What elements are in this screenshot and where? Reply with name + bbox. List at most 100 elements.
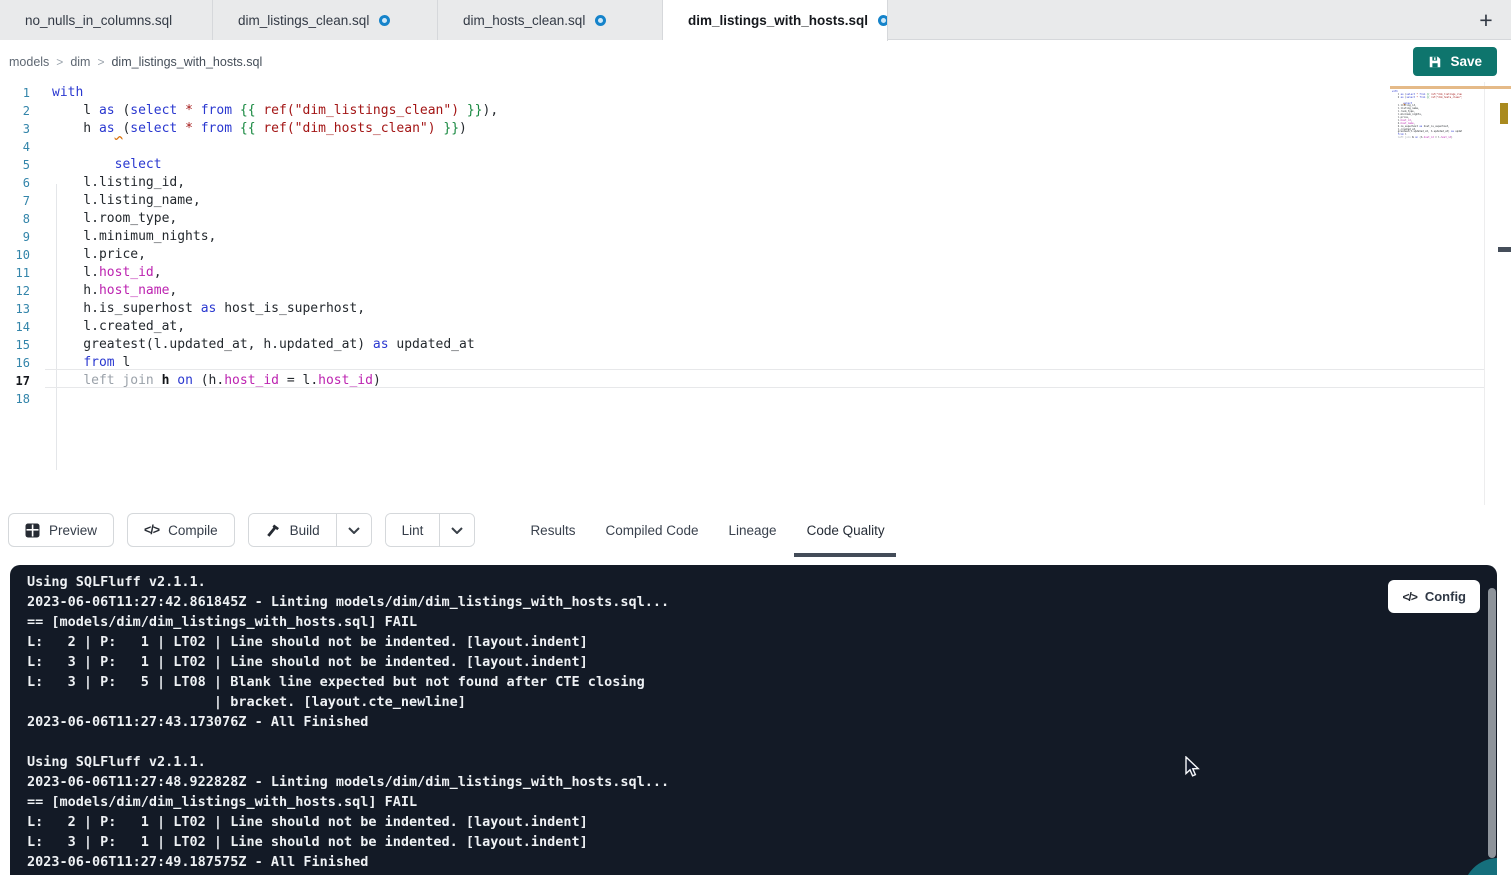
build-dropdown-button[interactable] [336,514,371,546]
line-number: 4 [0,138,30,156]
terminal-scrollbar[interactable] [1488,588,1496,858]
lint-output-terminal: Using SQLFluff v2.1.1.2023-06-06T11:27:4… [10,565,1497,875]
terminal-line: L: 3 | P: 1 | LT02 | Line should not be … [27,652,1377,672]
breadcrumb-separator: > [97,55,104,69]
tab-dim_listings_clean.sql[interactable]: dim_listings_clean.sql [213,0,438,40]
minimap[interactable]: with l as (select * from {{ ref("dim_lis… [1390,83,1462,141]
code-line-12[interactable]: 12 h.host_name, [0,282,1511,300]
code-line-3[interactable]: 3 h as (select * from {{ ref("dim_hosts_… [0,120,1511,138]
new-tab-button[interactable]: + [1471,0,1501,40]
save-button-label: Save [1450,54,1482,69]
config-button[interactable]: </> Config [1388,580,1480,613]
tab-no_nulls_in_columns.sql[interactable]: no_nulls_in_columns.sql [0,0,213,40]
tab-results[interactable]: Results [530,517,575,544]
code-line-5[interactable]: 5 select [0,156,1511,174]
line-number: 2 [0,102,30,120]
help-fab-button[interactable] [1463,858,1497,875]
terminal-line: | bracket. [layout.cte_newline] [27,692,1377,712]
preview-button[interactable]: Preview [8,513,114,547]
terminal-line: L: 2 | P: 1 | LT02 | Line should not be … [27,632,1377,652]
build-button[interactable]: Build [249,514,336,546]
terminal-line: 2023-06-06T11:27:42.861845Z - Linting mo… [27,592,1377,612]
line-number: 8 [0,210,30,228]
compile-button[interactable]: </> Compile [127,513,235,547]
code-line-6[interactable]: 6 l.listing_id, [0,174,1511,192]
editor-scroll-gutter [1484,82,1485,506]
table-grid-icon [25,523,40,538]
line-number: 12 [0,282,30,300]
build-split-button: Build [248,513,372,547]
tab-label: dim_listings_with_hosts.sql [688,13,868,28]
terminal-line: L: 3 | P: 1 | LT02 | Line should not be … [27,832,1377,852]
code-line-16[interactable]: 16 from l [0,354,1511,372]
line-number: 3 [0,120,30,138]
code-line-4[interactable]: 4 [0,138,1511,156]
code-line-14[interactable]: 14 l.created_at, [0,318,1511,336]
unsaved-changes-dot-icon [878,15,888,26]
tab-lineage[interactable]: Lineage [729,517,777,544]
breadcrumb: models > dim > dim_listings_with_hosts.sql [9,55,262,69]
line-number: 10 [0,246,30,264]
terminal-line: Using SQLFluff v2.1.1. [27,572,1377,592]
chevron-down-icon [451,527,463,534]
editor-tab-bar: no_nulls_in_columns.sql dim_listings_clea… [0,0,1511,40]
code-line-11[interactable]: 11 l.host_id, [0,264,1511,282]
line-number: 13 [0,300,30,318]
breadcrumb-separator: > [56,55,63,69]
code-line-2[interactable]: 2 l as (select * from {{ ref("dim_listin… [0,102,1511,120]
code-brackets-icon: </> [1402,590,1416,604]
line-number: 9 [0,228,30,246]
code-line-18[interactable]: 18 [0,390,1511,408]
code-line-9[interactable]: 9 l.minimum_nights, [0,228,1511,246]
code-brackets-icon: </> [144,523,159,537]
unsaved-changes-dot-icon [379,15,390,26]
lint-dropdown-button[interactable] [439,514,474,546]
line-number: 7 [0,192,30,210]
tab-dim_hosts_clean.sql[interactable]: dim_hosts_clean.sql [438,0,663,40]
tab-compiled-code[interactable]: Compiled Code [605,517,698,544]
code-line-1[interactable]: 1with [0,84,1511,102]
tab-code-quality[interactable]: Code Quality [807,517,885,544]
save-button[interactable]: Save [1413,47,1497,76]
code-line-13[interactable]: 13 h.is_superhost as host_is_superhost, [0,300,1511,318]
terminal-line: Using SQLFluff v2.1.1. [27,752,1377,772]
line-number: 15 [0,336,30,354]
tab-label: no_nulls_in_columns.sql [25,13,172,28]
code-line-15[interactable]: 15 greatest(l.updated_at, h.updated_at) … [0,336,1511,354]
build-button-label: Build [290,523,320,538]
line-number: 5 [0,156,30,174]
tab-dim_listings_with_hosts.sql[interactable]: dim_listings_with_hosts.sql [663,0,888,41]
terminal-output: Using SQLFluff v2.1.1.2023-06-06T11:27:4… [27,572,1377,872]
lint-button-label: Lint [402,523,424,538]
overview-ruler-cursor-marker [1498,247,1511,252]
floppy-disk-icon [1428,55,1442,69]
breadcrumb-item: models [9,55,49,69]
code-editor[interactable]: 1with2 l as (select * from {{ ref("dim_l… [0,82,1511,506]
action-toolbar: Preview </> Compile Build Lint [0,505,1511,555]
result-pane-tabs: Results Compiled Code Lineage Code Quality [530,517,884,544]
terminal-line: 2023-06-06T11:27:49.187575Z - All Finish… [27,852,1377,872]
unsaved-changes-dot-icon [595,15,606,26]
lint-button[interactable]: Lint [386,514,440,546]
line-number: 17 [0,372,30,390]
chevron-down-icon [348,527,360,534]
tab-label: dim_listings_clean.sql [238,13,369,28]
terminal-line: L: 2 | P: 1 | LT02 | Line should not be … [27,812,1377,832]
terminal-line [27,732,1377,752]
code-line-8[interactable]: 8 l.room_type, [0,210,1511,228]
terminal-line: 2023-06-06T11:27:48.922828Z - Linting mo… [27,772,1377,792]
line-number: 14 [0,318,30,336]
preview-button-label: Preview [49,523,97,538]
dbt-cloud-ide-window: { "colors": { "accent_teal": "#0e756d", … [0,0,1511,875]
breadcrumb-item: dim_listings_with_hosts.sql [111,55,262,69]
breadcrumb-item: dim [70,55,90,69]
terminal-line: == [models/dim/dim_listings_with_hosts.s… [27,792,1377,812]
code-line-17[interactable]: 17 left join h on (h.host_id = l.host_id… [0,372,1511,390]
file-header-row: models > dim > dim_listings_with_hosts.sql S… [0,41,1511,82]
code-line-10[interactable]: 10 l.price, [0,246,1511,264]
overview-ruler-warning-marker [1500,103,1508,124]
indent-guide [56,184,57,470]
config-button-label: Config [1425,589,1466,604]
terminal-line: == [models/dim/dim_listings_with_hosts.s… [27,612,1377,632]
code-line-7[interactable]: 7 l.listing_name, [0,192,1511,210]
